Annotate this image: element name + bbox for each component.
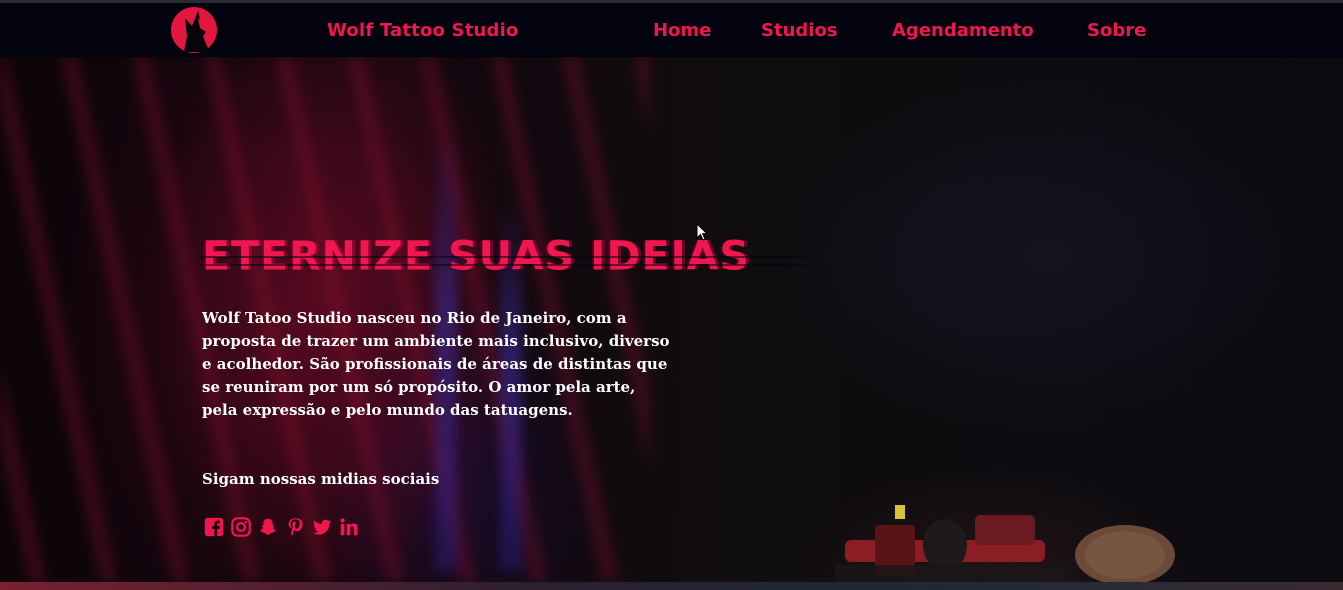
tattoo-machine-image <box>835 505 1175 585</box>
navbar: Wolf Tattoo Studio Home Studios Agendame… <box>0 0 1343 57</box>
headline-glitch-line <box>200 256 805 258</box>
twitter-icon[interactable] <box>311 515 333 539</box>
social-links <box>203 515 360 539</box>
page: Wolf Tattoo Studio Home Studios Agendame… <box>0 0 1343 590</box>
headline-glitch-line <box>200 264 805 266</box>
mouse-cursor-icon <box>696 223 708 241</box>
pinterest-icon[interactable] <box>284 515 306 539</box>
social-title: Sigam nossas midias sociais <box>202 470 440 488</box>
instagram-icon[interactable] <box>230 515 252 539</box>
linkedin-icon[interactable] <box>338 515 360 539</box>
hero-description: Wolf Tatoo Studio nasceu no Rio de Janei… <box>202 309 670 419</box>
bottom-strip <box>0 582 1343 590</box>
nav-link-home[interactable]: Home <box>653 20 711 41</box>
nav-link-sobre[interactable]: Sobre <box>1087 20 1146 41</box>
brand-name[interactable]: Wolf Tattoo Studio <box>327 20 519 41</box>
nav-link-studios[interactable]: Studios <box>761 20 838 41</box>
facebook-icon[interactable] <box>203 515 225 539</box>
snapchat-icon[interactable] <box>257 515 279 539</box>
nav-link-agendamento[interactable]: Agendamento <box>892 20 1034 41</box>
wolf-head-logo-icon[interactable] <box>170 6 218 54</box>
